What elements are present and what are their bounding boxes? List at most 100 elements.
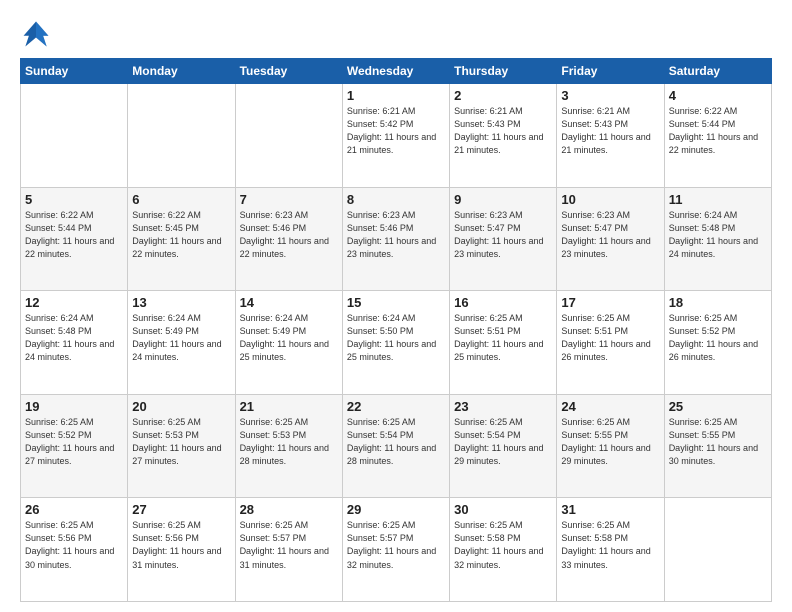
weekday-header-row: SundayMondayTuesdayWednesdayThursdayFrid… [21, 59, 772, 84]
day-number: 10 [561, 192, 659, 207]
calendar-day-cell: 5 Sunrise: 6:22 AMSunset: 5:44 PMDaylight… [21, 187, 128, 291]
day-info: Sunrise: 6:25 AMSunset: 5:51 PMDaylight:… [561, 312, 659, 364]
calendar-day-cell: 21 Sunrise: 6:25 AMSunset: 5:53 PMDayligh… [235, 394, 342, 498]
calendar-day-cell [128, 84, 235, 188]
day-info: Sunrise: 6:22 AMSunset: 5:44 PMDaylight:… [25, 209, 123, 261]
calendar-day-cell: 17 Sunrise: 6:25 AMSunset: 5:51 PMDayligh… [557, 291, 664, 395]
weekday-header-cell: Monday [128, 59, 235, 84]
calendar-day-cell: 16 Sunrise: 6:25 AMSunset: 5:51 PMDayligh… [450, 291, 557, 395]
day-number: 1 [347, 88, 445, 103]
day-info: Sunrise: 6:25 AMSunset: 5:55 PMDaylight:… [561, 416, 659, 468]
calendar-day-cell: 25 Sunrise: 6:25 AMSunset: 5:55 PMDayligh… [664, 394, 771, 498]
calendar-day-cell: 28 Sunrise: 6:25 AMSunset: 5:57 PMDayligh… [235, 498, 342, 602]
day-number: 6 [132, 192, 230, 207]
day-info: Sunrise: 6:24 AMSunset: 5:48 PMDaylight:… [669, 209, 767, 261]
day-info: Sunrise: 6:21 AMSunset: 5:43 PMDaylight:… [561, 105, 659, 157]
day-number: 19 [25, 399, 123, 414]
day-info: Sunrise: 6:25 AMSunset: 5:54 PMDaylight:… [454, 416, 552, 468]
logo [20, 18, 56, 50]
calendar-day-cell: 10 Sunrise: 6:23 AMSunset: 5:47 PMDayligh… [557, 187, 664, 291]
day-info: Sunrise: 6:25 AMSunset: 5:53 PMDaylight:… [240, 416, 338, 468]
day-info: Sunrise: 6:24 AMSunset: 5:49 PMDaylight:… [240, 312, 338, 364]
day-number: 18 [669, 295, 767, 310]
calendar-day-cell: 27 Sunrise: 6:25 AMSunset: 5:56 PMDayligh… [128, 498, 235, 602]
calendar-day-cell: 24 Sunrise: 6:25 AMSunset: 5:55 PMDayligh… [557, 394, 664, 498]
day-number: 11 [669, 192, 767, 207]
calendar-week-row: 12 Sunrise: 6:24 AMSunset: 5:48 PMDayligh… [21, 291, 772, 395]
day-info: Sunrise: 6:24 AMSunset: 5:49 PMDaylight:… [132, 312, 230, 364]
day-info: Sunrise: 6:25 AMSunset: 5:55 PMDaylight:… [669, 416, 767, 468]
calendar-day-cell: 9Sunrise: 6:23 AMSunset: 5:47 PMDaylight… [450, 187, 557, 291]
calendar-day-cell: 14 Sunrise: 6:24 AMSunset: 5:49 PMDayligh… [235, 291, 342, 395]
day-number: 29 [347, 502, 445, 517]
day-number: 3 [561, 88, 659, 103]
day-number: 8 [347, 192, 445, 207]
day-number: 30 [454, 502, 552, 517]
day-info: Sunrise: 6:25 AMSunset: 5:52 PMDaylight:… [25, 416, 123, 468]
day-number: 31 [561, 502, 659, 517]
day-info: Sunrise: 6:25 AMSunset: 5:56 PMDaylight:… [25, 519, 123, 571]
calendar-body: 1 Sunrise: 6:21 AMSunset: 5:42 PMDaylight… [21, 84, 772, 602]
header [20, 18, 772, 50]
day-number: 24 [561, 399, 659, 414]
calendar-day-cell: 7 Sunrise: 6:23 AMSunset: 5:46 PMDaylight… [235, 187, 342, 291]
day-info: Sunrise: 6:25 AMSunset: 5:54 PMDaylight:… [347, 416, 445, 468]
calendar-day-cell: 31 Sunrise: 6:25 AMSunset: 5:58 PMDayligh… [557, 498, 664, 602]
day-number: 17 [561, 295, 659, 310]
calendar-week-row: 26 Sunrise: 6:25 AMSunset: 5:56 PMDayligh… [21, 498, 772, 602]
day-number: 16 [454, 295, 552, 310]
calendar-day-cell: 12 Sunrise: 6:24 AMSunset: 5:48 PMDayligh… [21, 291, 128, 395]
weekday-header-cell: Sunday [21, 59, 128, 84]
calendar-day-cell: 23Sunrise: 6:25 AMSunset: 5:54 PMDayligh… [450, 394, 557, 498]
day-number: 7 [240, 192, 338, 207]
calendar-day-cell [21, 84, 128, 188]
day-info: Sunrise: 6:23 AMSunset: 5:47 PMDaylight:… [561, 209, 659, 261]
day-number: 9 [454, 192, 552, 207]
calendar-day-cell: 8Sunrise: 6:23 AMSunset: 5:46 PMDaylight… [342, 187, 449, 291]
page: SundayMondayTuesdayWednesdayThursdayFrid… [0, 0, 792, 612]
day-info: Sunrise: 6:22 AMSunset: 5:45 PMDaylight:… [132, 209, 230, 261]
day-number: 12 [25, 295, 123, 310]
weekday-header-cell: Thursday [450, 59, 557, 84]
day-number: 27 [132, 502, 230, 517]
day-number: 25 [669, 399, 767, 414]
day-number: 26 [25, 502, 123, 517]
calendar-day-cell: 26 Sunrise: 6:25 AMSunset: 5:56 PMDayligh… [21, 498, 128, 602]
day-info: Sunrise: 6:25 AMSunset: 5:57 PMDaylight:… [240, 519, 338, 571]
calendar-day-cell [235, 84, 342, 188]
calendar-day-cell: 19 Sunrise: 6:25 AMSunset: 5:52 PMDayligh… [21, 394, 128, 498]
day-number: 22 [347, 399, 445, 414]
day-number: 21 [240, 399, 338, 414]
calendar-day-cell: 13 Sunrise: 6:24 AMSunset: 5:49 PMDayligh… [128, 291, 235, 395]
day-info: Sunrise: 6:25 AMSunset: 5:51 PMDaylight:… [454, 312, 552, 364]
day-info: Sunrise: 6:25 AMSunset: 5:52 PMDaylight:… [669, 312, 767, 364]
day-number: 14 [240, 295, 338, 310]
day-info: Sunrise: 6:24 AMSunset: 5:50 PMDaylight:… [347, 312, 445, 364]
day-number: 20 [132, 399, 230, 414]
calendar-day-cell: 3 Sunrise: 6:21 AMSunset: 5:43 PMDaylight… [557, 84, 664, 188]
day-info: Sunrise: 6:21 AMSunset: 5:42 PMDaylight:… [347, 105, 445, 157]
day-info: Sunrise: 6:25 AMSunset: 5:56 PMDaylight:… [132, 519, 230, 571]
calendar-week-row: 1 Sunrise: 6:21 AMSunset: 5:42 PMDaylight… [21, 84, 772, 188]
calendar-day-cell: 18 Sunrise: 6:25 AMSunset: 5:52 PMDayligh… [664, 291, 771, 395]
day-number: 4 [669, 88, 767, 103]
weekday-header-cell: Friday [557, 59, 664, 84]
day-info: Sunrise: 6:22 AMSunset: 5:44 PMDaylight:… [669, 105, 767, 157]
calendar-day-cell: 20 Sunrise: 6:25 AMSunset: 5:53 PMDayligh… [128, 394, 235, 498]
day-info: Sunrise: 6:23 AMSunset: 5:46 PMDaylight:… [240, 209, 338, 261]
day-info: Sunrise: 6:21 AMSunset: 5:43 PMDaylight:… [454, 105, 552, 157]
day-number: 2 [454, 88, 552, 103]
calendar-day-cell: 1 Sunrise: 6:21 AMSunset: 5:42 PMDaylight… [342, 84, 449, 188]
day-number: 5 [25, 192, 123, 207]
day-info: Sunrise: 6:25 AMSunset: 5:53 PMDaylight:… [132, 416, 230, 468]
day-info: Sunrise: 6:25 AMSunset: 5:58 PMDaylight:… [561, 519, 659, 571]
calendar-day-cell: 15Sunrise: 6:24 AMSunset: 5:50 PMDayligh… [342, 291, 449, 395]
day-number: 13 [132, 295, 230, 310]
calendar-table: SundayMondayTuesdayWednesdayThursdayFrid… [20, 58, 772, 602]
day-info: Sunrise: 6:25 AMSunset: 5:57 PMDaylight:… [347, 519, 445, 571]
day-info: Sunrise: 6:24 AMSunset: 5:48 PMDaylight:… [25, 312, 123, 364]
day-number: 28 [240, 502, 338, 517]
calendar-day-cell: 2 Sunrise: 6:21 AMSunset: 5:43 PMDaylight… [450, 84, 557, 188]
calendar-day-cell: 22 Sunrise: 6:25 AMSunset: 5:54 PMDayligh… [342, 394, 449, 498]
weekday-header-cell: Wednesday [342, 59, 449, 84]
